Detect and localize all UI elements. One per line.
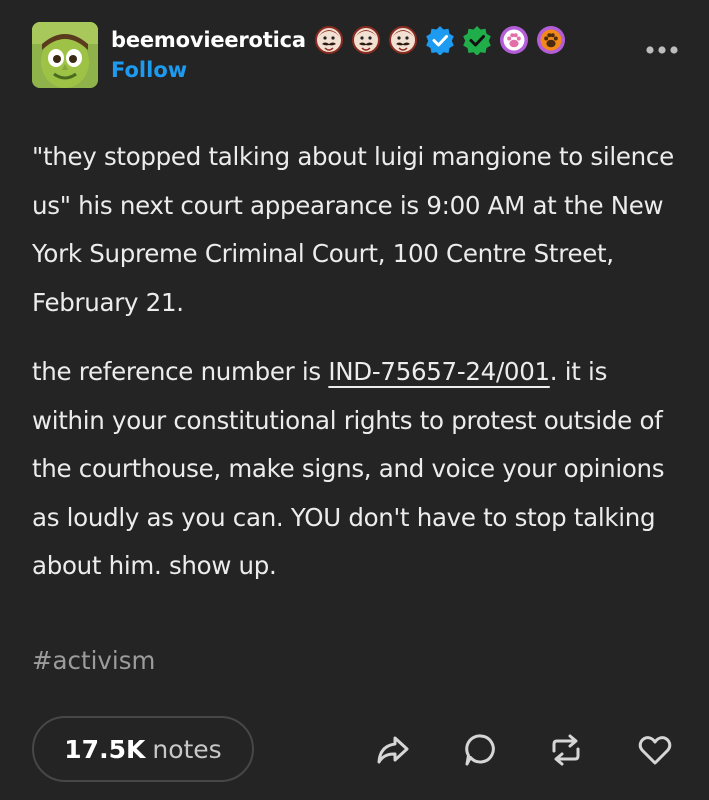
notes-button[interactable]: 17.5K notes	[32, 716, 254, 782]
share-button[interactable]	[374, 731, 412, 769]
post-paragraph-1: "they stopped talking about luigi mangio…	[32, 142, 674, 317]
notes-label: notes	[152, 734, 222, 764]
notes-count: 17.5K	[64, 734, 146, 764]
post-body: "they stopped talking about luigi mangio…	[32, 133, 682, 612]
ellipsis-icon	[646, 46, 678, 54]
reply-button[interactable]	[462, 731, 500, 769]
follow-button[interactable]: Follow	[111, 58, 187, 82]
blue-verified-badge-icon	[426, 26, 454, 55]
like-button[interactable]	[636, 731, 674, 769]
post-card: beemovieerotica Follow "they stopped tal…	[0, 0, 709, 800]
avatar[interactable]	[32, 22, 98, 88]
purple-paw-badge-icon	[499, 26, 528, 54]
mustache-man-badge-icon	[314, 26, 343, 54]
reblog-button[interactable]	[547, 731, 585, 769]
more-options-button[interactable]	[645, 42, 679, 58]
mustache-man-badge-icon	[388, 26, 417, 54]
green-verified-badge-icon	[463, 26, 491, 55]
orange-paw-badge-icon	[536, 26, 565, 54]
username[interactable]: beemovieerotica	[111, 28, 306, 52]
green-cartoon-face-avatar-icon	[32, 22, 98, 88]
tag-activism[interactable]: #activism	[32, 646, 155, 675]
mustache-man-badge-icon	[351, 26, 380, 54]
reference-number-link[interactable]: IND-75657-24/001	[328, 357, 550, 386]
share-icon	[377, 736, 409, 764]
reblog-icon	[552, 734, 580, 766]
like-icon	[638, 736, 672, 765]
username-row: beemovieerotica	[111, 20, 573, 60]
paragraph-2-text-after-link: . it is within your constitutional right…	[32, 357, 665, 580]
post-paragraph-2: the reference number is IND-75657-24/001…	[32, 348, 682, 591]
paragraph-2-text-before-link: the reference number is	[32, 357, 329, 386]
reply-icon	[465, 734, 495, 766]
